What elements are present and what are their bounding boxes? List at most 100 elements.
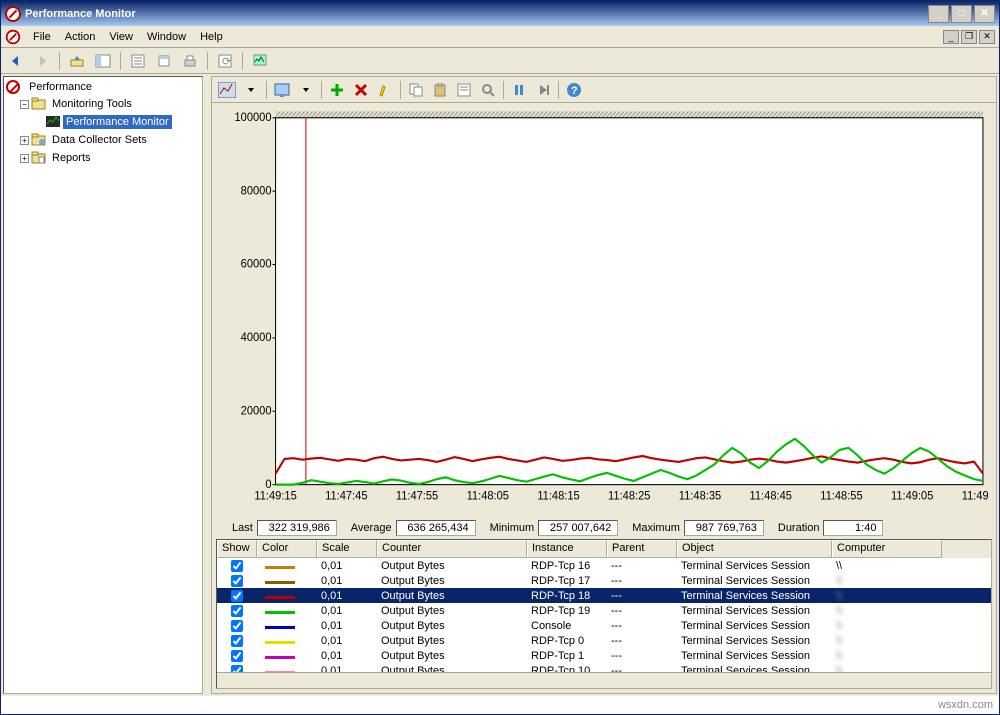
menu-help[interactable]: Help [194,29,229,45]
grid-body[interactable]: 0,01Output BytesRDP-Tcp 16---Terminal Se… [217,558,991,672]
properties-button[interactable] [127,50,149,72]
forward-button[interactable] [31,50,53,72]
add-counter-button[interactable] [326,79,348,101]
tree-monitoring-tools[interactable]: − Monitoring Tools [6,95,200,113]
header-instance[interactable]: Instance [527,540,607,558]
close-button[interactable]: ✕ [974,5,995,23]
dropdown-icon[interactable] [295,79,317,101]
mdi-close-button[interactable]: ✕ [979,30,995,44]
header-color[interactable]: Color [257,540,317,558]
tree-root[interactable]: Performance [6,79,200,95]
window-title: Performance Monitor [25,8,928,20]
right-panel: ? 02000040000600008000010000011:49:1511:… [211,76,997,694]
splitter[interactable] [205,74,209,696]
svg-text:11:49:05: 11:49:05 [891,490,933,502]
show-checkbox[interactable] [231,575,243,587]
show-checkbox[interactable] [231,605,243,617]
tree-data-collector-sets[interactable]: + Data Collector Sets [6,131,200,149]
header-show[interactable]: Show [217,540,257,558]
header-computer[interactable]: Computer [832,540,942,558]
monitor-button[interactable] [249,50,271,72]
svg-text:11:47:55: 11:47:55 [396,490,438,502]
menu-file[interactable]: File [27,29,57,45]
table-row[interactable]: 0,01Output BytesRDP-Tcp 19---Terminal Se… [217,603,991,618]
table-row[interactable]: 0,01Output BytesRDP-Tcp 10---Terminal Se… [217,663,991,672]
instance-cell: RDP-Tcp 19 [527,605,607,617]
app-icon [5,6,21,22]
view-graph-button[interactable] [216,79,238,101]
object-cell: Terminal Services Session [677,635,832,647]
refresh-button[interactable]: ⟳ [214,50,236,72]
show-checkbox[interactable] [231,650,243,662]
header-counter[interactable]: Counter [377,540,527,558]
svg-text:40000: 40000 [241,332,272,344]
scale-cell: 0,01 [317,620,377,632]
table-row[interactable]: 0,01Output BytesConsole---Terminal Servi… [217,618,991,633]
update-button[interactable] [532,79,554,101]
copy-button[interactable] [405,79,427,101]
print-button[interactable] [179,50,201,72]
export-button[interactable] [153,50,175,72]
header-object[interactable]: Object [677,540,832,558]
up-button[interactable] [66,50,88,72]
table-row[interactable]: 0,01Output BytesRDP-Tcp 17---Terminal Se… [217,573,991,588]
svg-text:?: ? [571,85,578,97]
avg-label: Average [351,522,392,534]
collapse-icon[interactable]: − [20,100,29,109]
horizontal-scrollbar[interactable] [217,672,991,688]
delete-counter-button[interactable] [350,79,372,101]
stats-bar: Last 322 319,986 Average 636 265,434 Min… [212,517,996,539]
tree-panel[interactable]: Performance − Monitoring Tools Performan… [3,76,203,694]
color-swatch [265,656,295,659]
titlebar: Performance Monitor _ □ ✕ [1,1,999,26]
table-row[interactable]: 0,01Output BytesRDP-Tcp 1---Terminal Ser… [217,648,991,663]
tree-reports[interactable]: + Reports [6,149,200,167]
parent-cell: --- [607,590,677,602]
computer-cell: \\ [832,575,942,587]
freeze-button[interactable] [508,79,530,101]
dur-label: Duration [778,522,820,534]
menu-window[interactable]: Window [141,29,192,45]
table-row[interactable]: 0,01Output BytesRDP-Tcp 16---Terminal Se… [217,558,991,573]
zoom-button[interactable] [477,79,499,101]
menu-action[interactable]: Action [59,29,102,45]
highlight-button[interactable] [374,79,396,101]
mdi-restore-button[interactable]: ❐ [961,30,977,44]
show-hide-tree-button[interactable] [92,50,114,72]
tree-performance-monitor[interactable]: Performance Monitor [6,113,200,131]
show-checkbox[interactable] [231,665,243,673]
show-checkbox[interactable] [231,635,243,647]
counter-cell: Output Bytes [377,665,527,673]
table-row[interactable]: 0,01Output BytesRDP-Tcp 18---Terminal Se… [217,588,991,603]
scale-cell: 0,01 [317,560,377,572]
expand-icon[interactable]: + [20,154,29,163]
header-scale[interactable]: Scale [317,540,377,558]
minimize-button[interactable]: _ [928,5,949,23]
instance-cell: RDP-Tcp 0 [527,635,607,647]
expand-icon[interactable]: + [20,136,29,145]
last-value: 322 319,986 [257,520,337,536]
paste-button[interactable] [429,79,451,101]
object-cell: Terminal Services Session [677,590,832,602]
chart-area[interactable]: 02000040000600008000010000011:49:1511:47… [212,103,996,517]
show-checkbox[interactable] [231,620,243,632]
dropdown-icon[interactable] [240,79,262,101]
display-button[interactable] [271,79,293,101]
folder-icon [31,150,47,166]
window-buttons: _ □ ✕ [928,5,995,23]
svg-text:11:48:55: 11:48:55 [820,490,862,502]
header-parent[interactable]: Parent [607,540,677,558]
help-button[interactable]: ? [563,79,585,101]
properties-button[interactable] [453,79,475,101]
svg-text:80000: 80000 [241,185,272,197]
computer-cell: \\ [832,665,942,673]
show-checkbox[interactable] [231,590,243,602]
mdi-minimize-button[interactable]: _ [943,30,959,44]
maximize-button[interactable]: □ [951,5,972,23]
table-row[interactable]: 0,01Output BytesRDP-Tcp 0---Terminal Ser… [217,633,991,648]
back-button[interactable] [5,50,27,72]
menu-view[interactable]: View [103,29,139,45]
instance-cell: RDP-Tcp 17 [527,575,607,587]
computer-cell: \\ [832,560,942,572]
show-checkbox[interactable] [231,560,243,572]
